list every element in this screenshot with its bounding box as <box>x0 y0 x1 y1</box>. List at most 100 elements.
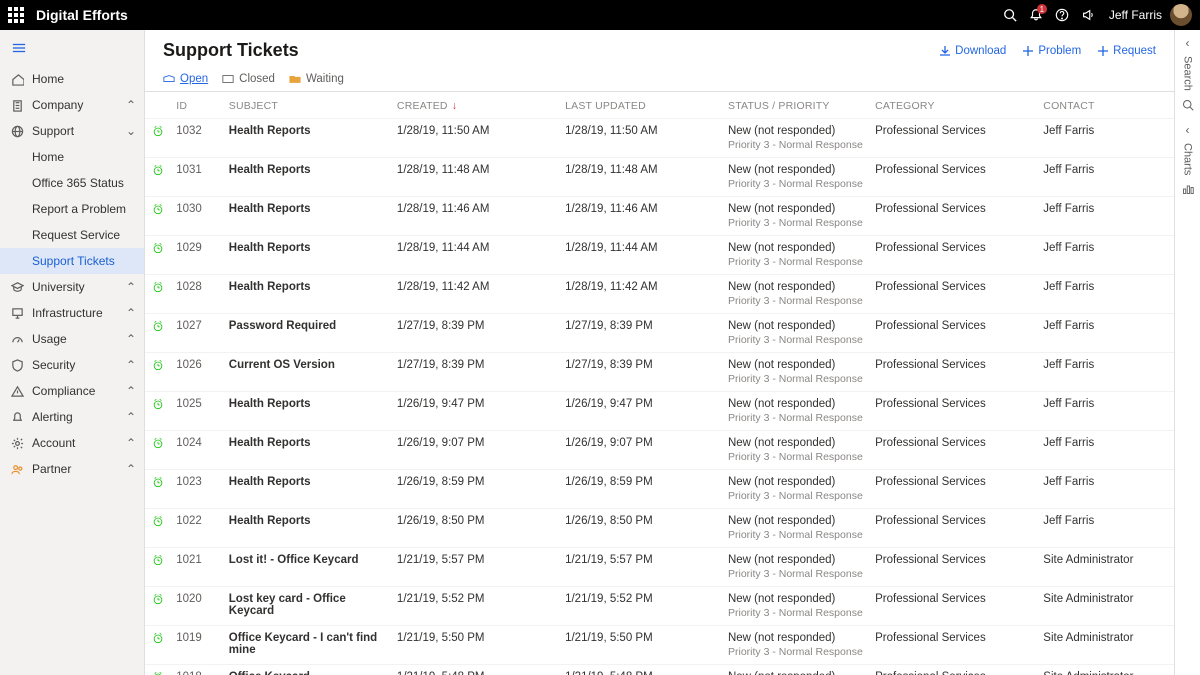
ticket-category: Professional Services <box>869 431 1037 470</box>
table-row[interactable]: 1026Current OS Version1/27/19, 8:39 PM1/… <box>145 353 1174 392</box>
app-launcher-icon[interactable] <box>8 7 24 23</box>
ticket-category: Professional Services <box>869 158 1037 197</box>
rail-search-label: Search <box>1182 56 1194 91</box>
view-tabs: Open Closed Waiting <box>163 69 1156 91</box>
tab-closed[interactable]: Closed <box>222 69 275 91</box>
sidebar-item-label: Infrastructure <box>32 306 126 320</box>
sidebar-item-office-365-status[interactable]: Office 365 Status <box>0 170 144 196</box>
request-button[interactable]: Request <box>1097 45 1156 57</box>
sidebar-item-support[interactable]: Support⌄ <box>0 118 144 144</box>
sidebar-item-usage[interactable]: Usage⌃ <box>0 326 144 352</box>
tab-waiting[interactable]: Waiting <box>289 69 344 91</box>
sidebar-item-home[interactable]: Home <box>0 66 144 92</box>
alarm-icon <box>145 392 170 431</box>
table-row[interactable]: 1023Health Reports1/26/19, 8:59 PM1/26/1… <box>145 470 1174 509</box>
column-header[interactable]: SUBJECT <box>223 92 391 119</box>
sidebar: HomeCompany⌃Support⌄HomeOffice 365 Statu… <box>0 30 145 675</box>
ticket-subject: Health Reports <box>223 197 391 236</box>
sidebar-item-infrastructure[interactable]: Infrastructure⌃ <box>0 300 144 326</box>
sidebar-item-university[interactable]: University⌃ <box>0 274 144 300</box>
sidebar-item-label: University <box>32 280 126 294</box>
alarm-icon <box>145 314 170 353</box>
tab-open[interactable]: Open <box>163 69 208 91</box>
table-row[interactable]: 1027Password Required1/27/19, 8:39 PM1/2… <box>145 314 1174 353</box>
chevron-left-icon: ‹ <box>1186 36 1190 50</box>
download-label: Download <box>955 45 1006 57</box>
ticket-contact: Site Administrator <box>1037 665 1174 675</box>
table-row[interactable]: 1024Health Reports1/26/19, 9:07 PM1/26/1… <box>145 431 1174 470</box>
sidebar-item-request-service[interactable]: Request Service <box>0 222 144 248</box>
ticket-category: Professional Services <box>869 548 1037 587</box>
table-row[interactable]: 1020Lost key card - Office Keycard1/21/1… <box>145 587 1174 626</box>
ticket-status: New (not responded)Priority 3 - Normal R… <box>722 197 869 236</box>
table-row[interactable]: 1022Health Reports1/26/19, 8:50 PM1/26/1… <box>145 509 1174 548</box>
ticket-updated: 1/28/19, 11:46 AM <box>559 197 722 236</box>
table-row[interactable]: 1030Health Reports1/28/19, 11:46 AM1/28/… <box>145 197 1174 236</box>
search-icon <box>1182 99 1194 111</box>
column-header[interactable]: STATUS / PRIORITY <box>722 92 869 119</box>
ticket-status: New (not responded)Priority 3 - Normal R… <box>722 275 869 314</box>
sidebar-item-account[interactable]: Account⌃ <box>0 430 144 456</box>
sidebar-item-compliance[interactable]: Compliance⌃ <box>0 378 144 404</box>
ticket-id: 1027 <box>170 314 223 353</box>
ticket-subject: Health Reports <box>223 158 391 197</box>
table-row[interactable]: 1018Office Keycard -1/21/19, 5:48 PM1/21… <box>145 665 1174 675</box>
help-icon[interactable] <box>1049 2 1075 28</box>
shield-icon <box>10 358 24 372</box>
ticket-subject: Password Required <box>223 314 391 353</box>
table-row[interactable]: 1028Health Reports1/28/19, 11:42 AM1/28/… <box>145 275 1174 314</box>
ticket-subject: Health Reports <box>223 392 391 431</box>
problem-button[interactable]: Problem <box>1022 45 1081 57</box>
avatar[interactable] <box>1170 4 1192 26</box>
sidebar-item-alerting[interactable]: Alerting⌃ <box>0 404 144 430</box>
sidebar-item-label: Company <box>32 98 126 112</box>
sidebar-item-security[interactable]: Security⌃ <box>0 352 144 378</box>
ticket-id: 1018 <box>170 665 223 675</box>
rail-charts[interactable]: ‹ Charts <box>1175 117 1200 201</box>
ticket-created: 1/21/19, 5:52 PM <box>391 587 559 626</box>
sidebar-item-home[interactable]: Home <box>0 144 144 170</box>
ticket-category: Professional Services <box>869 314 1037 353</box>
ticket-category: Professional Services <box>869 236 1037 275</box>
ticket-grid[interactable]: IDSUBJECTCREATEDLAST UPDATEDSTATUS / PRI… <box>145 92 1174 675</box>
bell-icon <box>10 410 24 424</box>
hamburger-icon[interactable] <box>0 36 144 66</box>
chevron-up-icon: ⌃ <box>126 384 136 398</box>
ticket-contact: Jeff Farris <box>1037 470 1174 509</box>
column-header[interactable]: CATEGORY <box>869 92 1037 119</box>
search-icon[interactable] <box>997 2 1023 28</box>
column-header[interactable]: LAST UPDATED <box>559 92 722 119</box>
ticket-id: 1029 <box>170 236 223 275</box>
rail-search[interactable]: ‹ Search <box>1175 30 1200 117</box>
ticket-category: Professional Services <box>869 470 1037 509</box>
notifications-icon[interactable]: 1 <box>1023 2 1049 28</box>
chevron-up-icon: ⌃ <box>126 280 136 294</box>
sidebar-item-partner[interactable]: Partner⌃ <box>0 456 144 482</box>
download-button[interactable]: Download <box>939 45 1006 57</box>
table-row[interactable]: 1019Office Keycard - I can't find mine1/… <box>145 626 1174 665</box>
ticket-id: 1028 <box>170 275 223 314</box>
gauge-icon <box>10 332 24 346</box>
ticket-created: 1/27/19, 8:39 PM <box>391 314 559 353</box>
username-label: Jeff Farris <box>1109 8 1162 22</box>
ticket-created: 1/28/19, 11:50 AM <box>391 119 559 158</box>
sidebar-item-report-a-problem[interactable]: Report a Problem <box>0 196 144 222</box>
ticket-subject: Current OS Version <box>223 353 391 392</box>
sidebar-item-company[interactable]: Company⌃ <box>0 92 144 118</box>
announce-icon[interactable] <box>1075 2 1101 28</box>
alarm-icon <box>145 665 170 675</box>
column-header[interactable]: CREATED <box>391 92 559 119</box>
column-header[interactable] <box>145 92 170 119</box>
table-row[interactable]: 1021Lost it! - Office Keycard1/21/19, 5:… <box>145 548 1174 587</box>
chevron-down-icon: ⌄ <box>126 124 136 138</box>
column-header[interactable]: CONTACT <box>1037 92 1174 119</box>
sidebar-item-support-tickets[interactable]: Support Tickets <box>0 248 144 274</box>
table-row[interactable]: 1032Health Reports1/28/19, 11:50 AM1/28/… <box>145 119 1174 158</box>
ticket-id: 1024 <box>170 431 223 470</box>
column-header[interactable]: ID <box>170 92 223 119</box>
table-row[interactable]: 1025Health Reports1/26/19, 9:47 PM1/26/1… <box>145 392 1174 431</box>
table-row[interactable]: 1031Health Reports1/28/19, 11:48 AM1/28/… <box>145 158 1174 197</box>
ticket-status: New (not responded)Priority 3 - Normal R… <box>722 119 869 158</box>
table-row[interactable]: 1029Health Reports1/28/19, 11:44 AM1/28/… <box>145 236 1174 275</box>
ticket-updated: 1/28/19, 11:44 AM <box>559 236 722 275</box>
